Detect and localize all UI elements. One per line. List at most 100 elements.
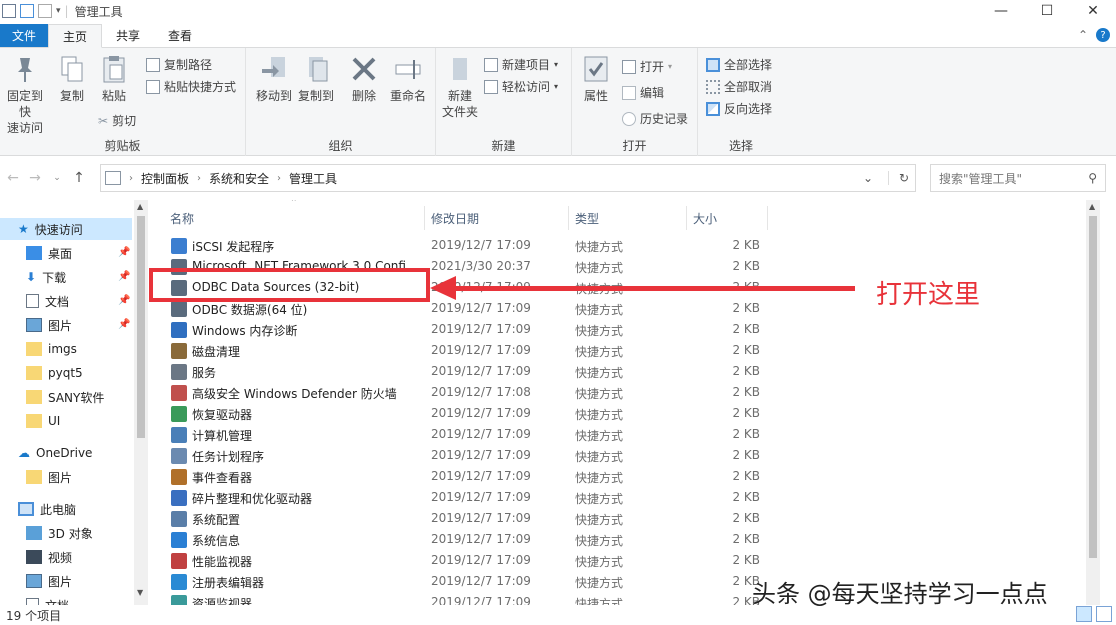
- file-row[interactable]: 任务计划程序 2019/12/7 17:09 快捷方式 2 KB: [150, 445, 1090, 466]
- up-icon[interactable]: ↑: [68, 170, 90, 186]
- recent-dropdown-icon[interactable]: ⌄: [46, 173, 68, 183]
- breadcrumb-item[interactable]: 系统和安全: [209, 170, 269, 187]
- breadcrumb-item[interactable]: 控制面板: [141, 170, 189, 187]
- file-name: 注册表编辑器: [192, 576, 265, 590]
- column-header-name[interactable]: 名称: [170, 206, 425, 230]
- copy-to-button[interactable]: 复制到: [296, 54, 336, 104]
- invert-selection-button[interactable]: 反向选择: [706, 100, 772, 117]
- sidebar-item-label: 3D 对象: [48, 526, 93, 541]
- sidebar-item-this-pc[interactable]: 此电脑: [0, 498, 76, 520]
- history-button[interactable]: 历史记录: [622, 110, 688, 127]
- file-row[interactable]: 磁盘清理 2019/12/7 17:09 快捷方式 2 KB: [150, 340, 1090, 361]
- sidebar-item-downloads[interactable]: ⬇ 下载: [0, 266, 66, 288]
- tab-view[interactable]: 查看: [154, 24, 206, 47]
- file-row[interactable]: iSCSI 发起程序 2019/12/7 17:09 快捷方式 2 KB: [150, 235, 1090, 256]
- pin-icon[interactable]: 📌: [118, 271, 130, 282]
- address-dropdown-icon[interactable]: ⌄: [863, 171, 873, 185]
- tab-file[interactable]: 文件: [0, 24, 49, 47]
- file-row[interactable]: 高级安全 Windows Defender 防火墙 2019/12/7 17:08…: [150, 382, 1090, 403]
- invert-selection-label: 反向选择: [724, 102, 773, 116]
- close-button[interactable]: ✕: [1070, 0, 1116, 22]
- file-row[interactable]: 恢复驱动器 2019/12/7 17:09 快捷方式 2 KB: [150, 403, 1090, 424]
- scroll-up-icon[interactable]: ▲: [1089, 202, 1095, 211]
- new-folder-button[interactable]: 新建 文件夹: [440, 54, 480, 120]
- back-icon[interactable]: ←: [2, 170, 24, 186]
- help-icon[interactable]: ?: [1096, 28, 1110, 42]
- select-all-button[interactable]: 全部选择: [706, 56, 772, 73]
- collapse-ribbon-icon[interactable]: ⌃: [1078, 28, 1088, 42]
- sidebar-item-3d-objects[interactable]: 3D 对象: [0, 522, 93, 544]
- arrow-head-icon: [430, 276, 456, 300]
- pin-quick-access-button[interactable]: 固定到快 速访问: [2, 54, 48, 136]
- new-folder-icon[interactable]: [38, 4, 52, 18]
- paste-shortcut-button[interactable]: 粘贴快捷方式: [146, 78, 236, 95]
- column-header-type[interactable]: 类型: [575, 206, 687, 230]
- details-view-icon[interactable]: [1076, 606, 1092, 622]
- maximize-button[interactable]: ☐: [1024, 0, 1070, 22]
- file-row[interactable]: 性能监视器 2019/12/7 17:09 快捷方式 2 KB: [150, 550, 1090, 571]
- forward-icon[interactable]: →: [24, 170, 46, 186]
- scroll-down-icon[interactable]: ▼: [137, 588, 143, 597]
- file-row[interactable]: 计算机管理 2019/12/7 17:09 快捷方式 2 KB: [150, 424, 1090, 445]
- open-button[interactable]: 打开 ▾: [622, 58, 672, 75]
- address-bar[interactable]: › 控制面板 › 系统和安全 › 管理工具 ⌄ ↻: [100, 164, 916, 192]
- scroll-up-icon[interactable]: ▲: [137, 202, 143, 211]
- sidebar-item-quick-access[interactable]: ★ 快速访问: [0, 218, 132, 240]
- file-row[interactable]: 服务 2019/12/7 17:09 快捷方式 2 KB: [150, 361, 1090, 382]
- qat-dropdown-icon[interactable]: ▾: [56, 6, 61, 16]
- column-header-date[interactable]: 修改日期: [431, 206, 569, 230]
- pin-icon[interactable]: 📌: [118, 295, 130, 306]
- column-header-size[interactable]: 大小: [693, 206, 768, 230]
- pin-icon[interactable]: 📌: [118, 247, 130, 258]
- tab-home[interactable]: 主页: [48, 24, 103, 48]
- paste-button[interactable]: 粘贴: [98, 54, 130, 104]
- delete-button[interactable]: 删除: [346, 54, 382, 104]
- sidebar-item-pyqt5[interactable]: pyqt5: [0, 362, 83, 384]
- sidebar-item-videos[interactable]: 视频: [0, 546, 72, 568]
- file-row[interactable]: Windows 内存诊断 2019/12/7 17:09 快捷方式 2 KB: [150, 319, 1090, 340]
- edit-button[interactable]: 编辑: [622, 84, 664, 101]
- file-scroll-thumb[interactable]: [1089, 216, 1097, 558]
- cut-button[interactable]: ✂ 剪切: [98, 112, 136, 129]
- large-icons-view-icon[interactable]: [1096, 606, 1112, 622]
- sidebar-scroll-thumb[interactable]: [137, 216, 145, 438]
- properties-icon[interactable]: [2, 4, 16, 18]
- sidebar-item-pc-pictures[interactable]: 图片: [0, 570, 72, 592]
- file-row[interactable]: 系统信息 2019/12/7 17:09 快捷方式 2 KB: [150, 529, 1090, 550]
- sidebar-item-desktop[interactable]: 桌面: [0, 242, 72, 264]
- copy-button[interactable]: 复制: [56, 54, 88, 104]
- pin-icon[interactable]: 📌: [118, 319, 130, 330]
- properties-button[interactable]: 属性: [578, 54, 614, 104]
- file-row[interactable]: 系统配置 2019/12/7 17:09 快捷方式 2 KB: [150, 508, 1090, 529]
- sidebar-item-ui[interactable]: UI: [0, 410, 60, 432]
- search-icon[interactable]: ⚲: [1088, 171, 1097, 185]
- sidebar-item-imgs[interactable]: imgs: [0, 338, 77, 360]
- file-row[interactable]: 碎片整理和优化驱动器 2019/12/7 17:09 快捷方式 2 KB: [150, 487, 1090, 508]
- sidebar-item-sany[interactable]: SANY软件: [0, 386, 104, 408]
- search-input[interactable]: 搜索"管理工具" ⚲: [930, 164, 1106, 192]
- select-none-label: 全部取消: [724, 80, 773, 94]
- sidebar-item-onedrive-pictures[interactable]: 图片: [0, 466, 72, 488]
- checkbox-icon[interactable]: [20, 4, 34, 18]
- sidebar-item-documents[interactable]: 文档: [0, 290, 69, 312]
- file-name: 高级安全 Windows Defender 防火墙: [192, 387, 397, 401]
- minimize-button[interactable]: —: [978, 0, 1024, 22]
- file-row[interactable]: 事件查看器 2019/12/7 17:09 快捷方式 2 KB: [150, 466, 1090, 487]
- refresh-icon[interactable]: ↻: [887, 171, 909, 185]
- sidebar-scrollbar[interactable]: ▲ ▼: [134, 200, 148, 605]
- new-folder-label-1: 新建: [447, 89, 472, 103]
- sidebar-item-label: 此电脑: [40, 502, 77, 517]
- file-list-scrollbar[interactable]: ▲: [1086, 200, 1100, 605]
- sidebar-item-onedrive[interactable]: ☁ OneDrive: [0, 442, 92, 464]
- new-item-button[interactable]: 新建项目 ▾: [484, 56, 558, 73]
- tab-share[interactable]: 共享: [102, 24, 154, 47]
- rename-button[interactable]: 重命名: [386, 54, 430, 104]
- select-none-button[interactable]: 全部取消: [706, 78, 772, 95]
- breadcrumb-item[interactable]: 管理工具: [289, 170, 337, 187]
- copy-path-button[interactable]: 复制路径: [146, 56, 212, 73]
- move-to-button[interactable]: 移动到: [254, 54, 294, 104]
- easy-access-button[interactable]: 轻松访问 ▾: [484, 78, 558, 95]
- sidebar-item-pc-documents[interactable]: 文档: [0, 594, 69, 605]
- sidebar-item-pictures[interactable]: 图片: [0, 314, 72, 336]
- ribbon-tabs: 文件 主页 共享 查看 ⌃ ?: [0, 24, 1116, 48]
